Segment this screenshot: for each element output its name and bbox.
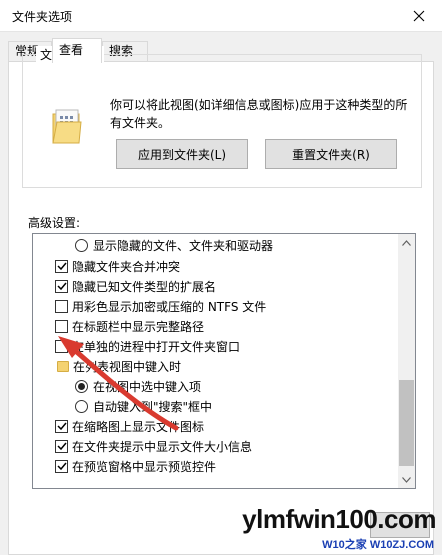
checkbox[interactable] bbox=[55, 299, 68, 313]
list-item[interactable]: 显示隐藏的文件、文件夹和驱动器 bbox=[75, 235, 273, 255]
radio-button[interactable] bbox=[75, 399, 88, 413]
item-label: 在单独的进程中打开文件夹窗口 bbox=[72, 339, 241, 354]
item-label: 用彩色显示加密或压缩的 NTFS 文件 bbox=[72, 299, 267, 314]
checkbox[interactable] bbox=[55, 319, 68, 333]
list-item[interactable]: 隐藏已知文件类型的扩展名 bbox=[55, 276, 216, 296]
item-label: 自动键入到"搜索"框中 bbox=[93, 399, 213, 414]
vertical-scrollbar[interactable] bbox=[398, 234, 415, 488]
folder-view-description: 你可以将此视图(如详细信息或图标)应用于这种类型的所有文件夹。 bbox=[110, 98, 408, 130]
check-icon bbox=[56, 262, 67, 271]
item-label: 隐藏文件夹合并冲突 bbox=[72, 259, 181, 274]
checkbox[interactable] bbox=[55, 259, 68, 273]
item-label: 在文件夹提示中显示文件大小信息 bbox=[72, 439, 253, 454]
item-label: 隐藏已知文件类型的扩展名 bbox=[72, 279, 217, 294]
list-item[interactable]: 在列表视图中键入时 bbox=[57, 356, 181, 376]
chevron-up-icon bbox=[402, 239, 411, 246]
close-button[interactable] bbox=[396, 0, 442, 31]
list-item[interactable]: 在预览窗格中显示预览控件 bbox=[55, 456, 216, 476]
list-item[interactable]: 用彩色显示加密或压缩的 NTFS 文件 bbox=[55, 296, 266, 316]
checkbox[interactable] bbox=[55, 459, 68, 473]
advanced-settings-list[interactable]: 显示隐藏的文件、文件夹和驱动器 隐藏文件夹合并冲突 隐藏已知文件类型的扩展名 用… bbox=[32, 233, 416, 489]
list-item[interactable]: 在视图中选中键入项 bbox=[75, 376, 201, 396]
button-label: 应用到文件夹(L) bbox=[137, 147, 227, 162]
checkbox[interactable] bbox=[55, 339, 68, 353]
check-icon bbox=[56, 462, 67, 471]
check-icon bbox=[56, 442, 67, 451]
title-bar: 文件夹选项 bbox=[0, 0, 442, 32]
radio-button[interactable] bbox=[75, 379, 88, 393]
window-title: 文件夹选项 bbox=[12, 10, 73, 24]
reset-folders-button[interactable]: 重置文件夹(R) bbox=[265, 139, 397, 169]
list-item[interactable]: 在缩略图上显示文件图标 bbox=[55, 416, 204, 436]
scroll-down-button[interactable] bbox=[398, 471, 415, 488]
folder-icon bbox=[57, 360, 69, 372]
checkbox[interactable] bbox=[55, 439, 68, 453]
check-icon bbox=[56, 422, 67, 431]
checkbox[interactable] bbox=[55, 279, 68, 293]
radio-button[interactable] bbox=[75, 238, 88, 252]
scroll-up-button[interactable] bbox=[398, 234, 415, 251]
item-label: 显示隐藏的文件、文件夹和驱动器 bbox=[93, 238, 274, 253]
chevron-down-icon bbox=[402, 476, 411, 483]
list-item[interactable]: 在文件夹提示中显示文件大小信息 bbox=[55, 436, 252, 456]
item-label: 在缩略图上显示文件图标 bbox=[72, 419, 205, 434]
list-item[interactable]: 隐藏文件夹合并冲突 bbox=[55, 256, 180, 276]
button-label: 重置文件夹(R) bbox=[292, 147, 370, 162]
item-label: 在标题栏中显示完整路径 bbox=[72, 319, 205, 334]
checkbox[interactable] bbox=[55, 419, 68, 433]
item-label: 在预览窗格中显示预览控件 bbox=[72, 459, 217, 474]
apply-to-folders-button[interactable]: 应用到文件夹(L) bbox=[116, 139, 248, 169]
item-label: 在列表视图中键入时 bbox=[73, 359, 182, 374]
tab-label: 查看 bbox=[59, 43, 84, 57]
radio-selected-dot bbox=[78, 382, 85, 390]
list-item[interactable]: 在单独的进程中打开文件夹窗口 bbox=[55, 336, 240, 356]
list-item[interactable]: 在标题栏中显示完整路径 bbox=[55, 316, 204, 336]
item-label: 在视图中选中键入项 bbox=[93, 379, 202, 394]
close-icon bbox=[413, 10, 425, 21]
watermark-subtext: W10之家 W10ZJ.COM bbox=[322, 539, 434, 551]
check-icon bbox=[56, 282, 67, 291]
folder-view-icon bbox=[52, 109, 82, 144]
list-item[interactable]: 自动键入到"搜索"框中 bbox=[75, 396, 212, 416]
advanced-settings-label: 高级设置: bbox=[28, 216, 81, 230]
watermark-text: ylmfwin100.com bbox=[242, 504, 436, 534]
tab-view[interactable]: 查看 bbox=[52, 38, 102, 63]
scroll-thumb[interactable] bbox=[399, 380, 414, 466]
